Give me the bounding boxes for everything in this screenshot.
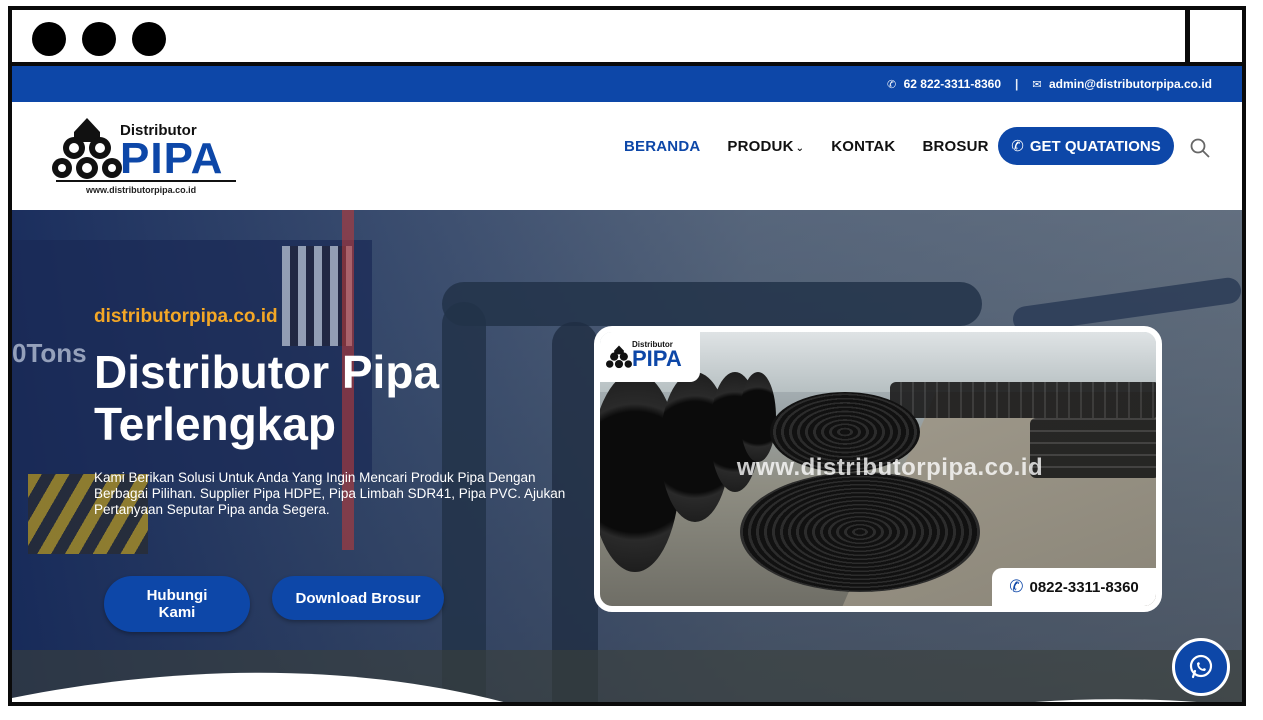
card-large-pipe bbox=[740, 372, 776, 462]
nav-item-kontak[interactable]: KONTAK bbox=[831, 138, 895, 155]
download-brochure-button[interactable]: Download Brosur bbox=[272, 576, 444, 620]
topbar-separator: | bbox=[1015, 77, 1019, 91]
nav-item-produk-label: PRODUK bbox=[727, 138, 794, 155]
browser-window: ✆ 62 822-3311-8360 | ✉ admin@distributor… bbox=[8, 6, 1246, 706]
browser-titlebar bbox=[12, 10, 1242, 66]
nav-item-produk[interactable]: PRODUK ⌄ bbox=[727, 138, 804, 155]
site-header: Distributor PIPA www.distributorpipa.co.… bbox=[12, 102, 1242, 210]
topbar-phone-text: 62 822-3311-8360 bbox=[903, 77, 1002, 91]
contact-button[interactable]: Hubungi Kami bbox=[104, 576, 250, 632]
main-nav: BERANDA PRODUK ⌄ KONTAK BROSUR bbox=[624, 138, 1016, 155]
card-logo: Distributor PIPA bbox=[600, 332, 700, 382]
whatsapp-icon bbox=[1189, 654, 1213, 679]
phone-icon: ✆ bbox=[1011, 138, 1024, 155]
get-quotations-button[interactable]: ✆ GET QUATATIONS bbox=[998, 127, 1174, 165]
topbar-phone[interactable]: ✆ 62 822-3311-8360 bbox=[887, 77, 1001, 91]
nav-item-beranda[interactable]: BERANDA bbox=[624, 138, 700, 155]
logo-word-main: PIPA bbox=[120, 134, 224, 183]
hero-description: Kami Berikan Solusi Untuk Anda Yang Ingi… bbox=[94, 470, 566, 517]
card-logo-main: PIPA bbox=[632, 346, 682, 371]
chevron-down-icon: ⌄ bbox=[795, 143, 805, 154]
card-phone: ✆ 0822-3311-8360 bbox=[992, 568, 1156, 606]
topbar-email-text: admin@distributorpipa.co.id bbox=[1048, 77, 1212, 91]
phone-icon: ✆ bbox=[1009, 577, 1024, 596]
get-quotations-label: GET QUATATIONS bbox=[1029, 137, 1161, 155]
pipes-logo-icon bbox=[606, 345, 632, 369]
card-pipe-stack bbox=[890, 382, 1156, 418]
hero-bg-tons-text: 0Tons bbox=[12, 338, 87, 368]
whatsapp-chat-button[interactable] bbox=[1172, 638, 1230, 696]
search-icon[interactable] bbox=[1190, 138, 1210, 158]
product-image-card: www.distributorpipa.co.id Distributor PI… bbox=[594, 326, 1162, 612]
logo-underline bbox=[56, 180, 236, 182]
hero-bg-pipe bbox=[442, 282, 982, 326]
phone-icon: ✆ bbox=[887, 79, 897, 91]
card-watermark: www.distributorpipa.co.id bbox=[736, 454, 1044, 481]
hero-title: Distributor Pipa Terlengkap bbox=[94, 346, 440, 450]
site-logo[interactable]: Distributor PIPA www.distributorpipa.co.… bbox=[52, 112, 242, 200]
window-control-dot[interactable] bbox=[32, 22, 66, 56]
pipes-logo-icon bbox=[52, 118, 122, 179]
window-control-dot[interactable] bbox=[132, 22, 166, 56]
window-control-dot[interactable] bbox=[82, 22, 116, 56]
nav-item-brosur[interactable]: BROSUR bbox=[922, 138, 988, 155]
hero-section: 0Tons distributorpipa.co.id Distributor … bbox=[12, 210, 1242, 702]
topbar-email[interactable]: ✉ admin@distributorpipa.co.id bbox=[1032, 77, 1212, 91]
logo-url: www.distributorpipa.co.id bbox=[86, 185, 197, 195]
hero-kicker: distributorpipa.co.id bbox=[94, 306, 278, 327]
card-phone-number: 0822-3311-8360 bbox=[1029, 578, 1139, 596]
top-info-bar: ✆ 62 822-3311-8360 | ✉ admin@distributor… bbox=[12, 66, 1242, 102]
titlebar-divider bbox=[1185, 10, 1190, 66]
card-pipe-coil bbox=[740, 472, 980, 592]
mail-icon: ✉ bbox=[1032, 79, 1042, 91]
hero-bottom-wave bbox=[12, 672, 1197, 702]
